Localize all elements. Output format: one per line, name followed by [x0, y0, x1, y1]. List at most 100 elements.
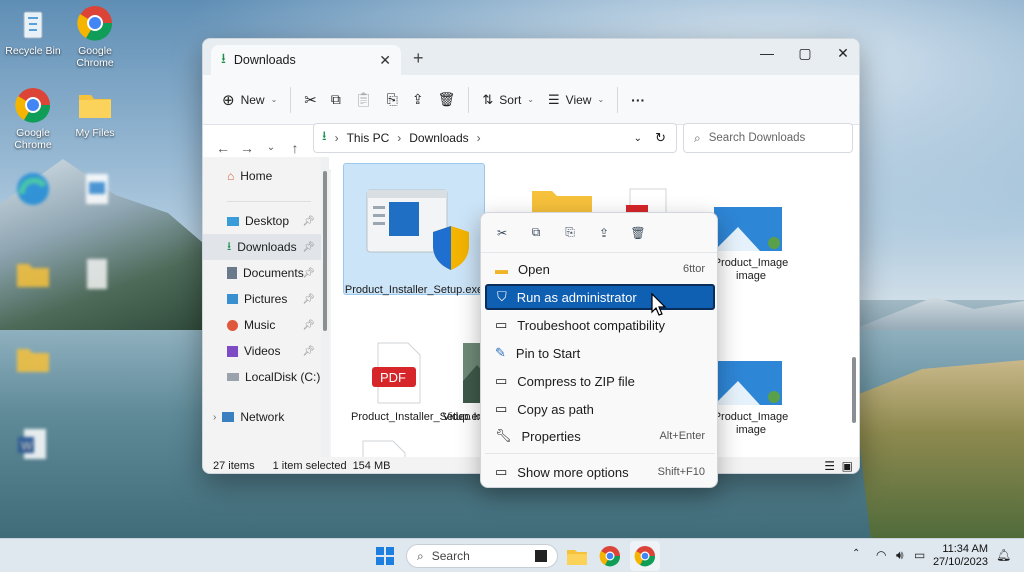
- maximize-button[interactable]: ▢: [795, 45, 815, 62]
- copy-icon[interactable]: ⧉: [523, 220, 549, 246]
- tab-downloads[interactable]: ⭳ Downloads ✕: [211, 45, 401, 75]
- menu-item-run-as-administrator[interactable]: ⛉ Run as administrator: [485, 284, 715, 310]
- address-bar[interactable]: ⭳ › This PC › Downloads › ⌄ ↻: [313, 123, 677, 153]
- recent-chevron-icon[interactable]: ⌄: [259, 142, 283, 153]
- file-item-pdf-2[interactable]: [353, 439, 413, 457]
- search-input[interactable]: ⌕ Search Downloads: [683, 123, 853, 153]
- sidebar-item-pictures[interactable]: Pictures 📌︎: [203, 286, 321, 312]
- menu-item-show-more-options[interactable]: ▭ Show more options Shift+F10: [485, 459, 715, 485]
- clock[interactable]: 11:34 AM 27/10/2023: [933, 543, 988, 569]
- sidebar-item-desktop[interactable]: Desktop 📌︎: [203, 208, 321, 234]
- scrollbar-thumb[interactable]: [852, 357, 856, 423]
- notification-bell-icon[interactable]: 🔔︎: [996, 548, 1011, 562]
- installer-exe-icon: [366, 189, 469, 270]
- taskbar-file-explorer[interactable]: [566, 545, 588, 570]
- file-item-pdf-1[interactable]: PDF Product_Installer_Setup.exe: [351, 341, 489, 424]
- up-arrow-icon[interactable]: ↑: [283, 140, 307, 156]
- taskbar-chrome[interactable]: [599, 545, 621, 570]
- menu-item-copy-as-path[interactable]: ▭ Copy as path: [485, 396, 715, 422]
- close-tab-icon[interactable]: ✕: [379, 52, 391, 69]
- breadcrumb-downloads[interactable]: Downloads: [409, 131, 468, 145]
- desktop-icon-chrome-2[interactable]: Google Chrome: [2, 86, 64, 151]
- desktop-icon-label: Recycle Bin: [5, 45, 61, 57]
- documents-icon: [227, 267, 237, 279]
- battery-icon[interactable]: ▭: [914, 548, 925, 562]
- minimize-button[interactable]: —: [757, 45, 777, 61]
- details-view-icon[interactable]: ☰: [824, 459, 835, 473]
- sidebar-item-label: Downloads: [237, 240, 297, 254]
- cut-button[interactable]: ✂: [297, 85, 324, 115]
- command-bar: ⊕ New ⌄ ✂ ⧉ 📋︎ ⎘ ⇪ 🗑︎ ⇅ Sort ⌄ ☰ View ⌄ …: [203, 75, 859, 125]
- menu-item-pin-to-start[interactable]: ✎ Pin to Start: [485, 340, 715, 366]
- content-scrollbar[interactable]: [849, 157, 859, 457]
- sidebar-item-documents[interactable]: Documents 📌︎: [203, 260, 321, 286]
- taskbar-chrome-active[interactable]: [630, 541, 660, 571]
- expand-chevron-icon[interactable]: ›: [213, 412, 216, 423]
- delete-button[interactable]: 🗑︎: [431, 85, 463, 115]
- desktop-icon-edge[interactable]: [2, 170, 64, 211]
- more-options-button[interactable]: ···: [624, 85, 652, 115]
- view-button[interactable]: ☰ View ⌄: [541, 85, 611, 115]
- menu-item-label: Troubeshoot compatibility: [517, 317, 665, 333]
- desktop-icon-recycle-bin[interactable]: Recycle Bin: [2, 4, 64, 57]
- menu-item-open[interactable]: ▬ Open 6ttor: [485, 256, 715, 282]
- menu-item-shortcut: Alt+Enter: [659, 430, 705, 442]
- new-tab-button[interactable]: +: [413, 48, 424, 69]
- file-item-installer[interactable]: Product_Installer_Setup.exe: [343, 163, 485, 296]
- desktop-icon-document-blurred[interactable]: [66, 255, 128, 296]
- download-icon: ⭳: [221, 50, 226, 66]
- sidebar-item-home[interactable]: ⌂ Home: [203, 163, 321, 189]
- new-button[interactable]: ⊕ New ⌄: [215, 85, 284, 115]
- sidebar-item-local-disk[interactable]: LocalDisk (C:): [203, 364, 321, 390]
- desktop-icon-my-files[interactable]: My Files: [64, 86, 126, 139]
- pin-icon: 📌︎: [302, 345, 315, 357]
- folder-icon: [14, 255, 52, 293]
- chrome-icon: [634, 546, 656, 567]
- sidebar-item-videos[interactable]: Videos 📌︎: [203, 338, 321, 364]
- chrome-icon: [14, 86, 52, 124]
- desktop-icon-image[interactable]: [66, 170, 128, 211]
- desktop-icon-folder-blurred[interactable]: [2, 255, 64, 296]
- taskbar-search[interactable]: ⌕ Search: [406, 544, 558, 568]
- show-hidden-icons-chevron[interactable]: ⌃: [852, 548, 860, 559]
- desktop-icon-chrome[interactable]: Google Chrome: [64, 4, 126, 69]
- scrollbar-thumb[interactable]: [323, 171, 327, 331]
- breadcrumb-separator: ›: [476, 131, 481, 145]
- copy-button[interactable]: ⧉: [324, 85, 348, 115]
- share-button[interactable]: ⇪: [405, 85, 431, 115]
- forward-arrow-icon[interactable]: →: [235, 140, 259, 156]
- sidebar-item-network[interactable]: › Network: [203, 404, 321, 430]
- menu-item-troubleshoot[interactable]: ▭ Troubeshoot compatibility: [485, 312, 715, 338]
- share-icon[interactable]: ⇪: [591, 220, 617, 246]
- home-icon: ⌂: [227, 169, 235, 183]
- desktop-icon-folder-blurred-2[interactable]: [2, 340, 64, 381]
- tiles-view-icon[interactable]: ▣: [842, 459, 853, 473]
- trash-icon[interactable]: 🗑︎: [625, 220, 651, 246]
- menu-item-compress-zip[interactable]: ▭ Compress to ZIP file: [485, 368, 715, 394]
- view-button-label: View: [565, 92, 592, 107]
- sidebar-item-music[interactable]: Music 📌︎: [203, 312, 321, 338]
- start-button[interactable]: [376, 547, 394, 565]
- file-name: Product_Image image: [713, 411, 789, 436]
- file-name: Product_Image image: [713, 257, 789, 282]
- volume-icon[interactable]: 🔊︎: [896, 548, 904, 563]
- paste-button[interactable]: 📋︎: [348, 85, 380, 115]
- sidebar-item-label: Home: [240, 169, 273, 183]
- rename-button[interactable]: ⎘: [380, 85, 405, 115]
- address-dropdown-icon[interactable]: ⌄: [634, 133, 642, 144]
- back-arrow-icon[interactable]: ←: [211, 140, 235, 156]
- wallpaper-grass: [854, 360, 1024, 540]
- rename-icon[interactable]: ⎘: [557, 220, 583, 246]
- desktop-icon-word-blurred[interactable]: W: [2, 425, 64, 466]
- breadcrumb-this-pc[interactable]: This PC: [347, 131, 390, 145]
- wifi-icon[interactable]: ◠: [876, 548, 886, 562]
- menu-item-properties[interactable]: 🔧︎ Properties Alt+Enter: [485, 423, 715, 449]
- sort-button[interactable]: ⇅ Sort ⌄: [475, 85, 541, 115]
- open-folder-icon: ▬: [495, 261, 508, 277]
- cut-icon[interactable]: ✂: [489, 220, 515, 246]
- music-icon: [227, 319, 238, 331]
- close-window-button[interactable]: ✕: [833, 45, 853, 62]
- refresh-icon[interactable]: ↻: [655, 130, 666, 146]
- navigation-scrollbar[interactable]: [321, 157, 329, 457]
- sidebar-item-downloads[interactable]: ⭳ Downloads 📌︎: [203, 234, 321, 260]
